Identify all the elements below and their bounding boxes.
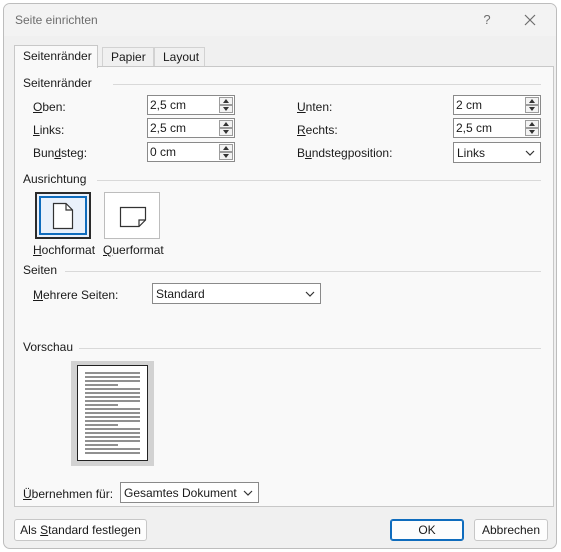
spin-up-button[interactable] [525, 120, 539, 128]
portrait-label: Hochformat [33, 243, 96, 257]
section-divider [97, 180, 541, 181]
chevron-down-icon [305, 291, 315, 297]
left-margin-value: 2,5 cm [150, 121, 187, 135]
apply-to-dropdown[interactable]: Gesamtes Dokument [120, 482, 259, 503]
set-as-default-button[interactable]: Als Standard festlegen [14, 519, 147, 541]
landscape-option[interactable] [104, 192, 160, 239]
gutter-value: 0 cm [150, 145, 177, 159]
bottom-margin-spinner[interactable]: 2 cm [453, 95, 541, 115]
title-bar: Seite einrichten ? [4, 4, 556, 36]
apply-to-value: Gesamtes Dokument [124, 486, 237, 500]
bottom-margin-value: 2 cm [456, 98, 483, 112]
spin-down-button[interactable] [219, 105, 233, 113]
landscape-page-icon [119, 206, 147, 228]
gutter-position-label: Bundstegposition: [297, 146, 393, 160]
section-divider [65, 271, 541, 272]
left-margin-spinner[interactable]: 2,5 cm [147, 118, 235, 138]
gutter-position-value: Links [457, 146, 486, 160]
multiple-pages-dropdown[interactable]: Standard [152, 283, 321, 304]
portrait-page-icon [52, 202, 74, 230]
chevron-down-icon [243, 490, 253, 496]
arrow-down-icon [529, 130, 535, 134]
gutter-label: Bundsteg: [33, 146, 88, 160]
cancel-button[interactable]: Abbrechen [474, 519, 548, 541]
arrow-up-icon [529, 122, 535, 126]
section-divider [79, 348, 541, 349]
multiple-pages-label: Mehrere Seiten: [33, 288, 119, 302]
arrow-down-icon [223, 130, 229, 134]
preview-section-label: Vorschau [23, 340, 74, 354]
spin-down-button[interactable] [525, 105, 539, 113]
top-margin-label: Oben: [33, 100, 66, 114]
spin-up-button[interactable] [219, 120, 233, 128]
apply-to-label: Übernehmen für: [23, 487, 114, 501]
chevron-down-icon [525, 150, 535, 156]
dialog-title: Seite einrichten [15, 13, 98, 27]
tab-layout[interactable]: Layout [154, 47, 205, 67]
spin-up-button[interactable] [219, 144, 233, 152]
tab-paper[interactable]: Papier [102, 47, 154, 67]
help-button[interactable]: ? [476, 10, 498, 30]
right-margin-value: 2,5 cm [456, 121, 493, 135]
arrow-up-icon [223, 122, 229, 126]
portrait-option[interactable] [35, 192, 91, 239]
close-button[interactable] [518, 9, 542, 31]
close-icon [524, 14, 536, 26]
arrow-down-icon [529, 107, 535, 111]
top-margin-spinner[interactable]: 2,5 cm [147, 95, 235, 115]
arrow-down-icon [223, 154, 229, 158]
spin-up-button[interactable] [219, 97, 233, 105]
spin-down-button[interactable] [219, 152, 233, 160]
left-margin-label: Links: [33, 123, 65, 137]
spin-down-button[interactable] [219, 128, 233, 136]
margins-tab-panel: Seitenränder Oben: 2,5 cm Links: 2,5 cm … [14, 66, 554, 507]
right-margin-spinner[interactable]: 2,5 cm [453, 118, 541, 138]
gutter-spinner[interactable]: 0 cm [147, 142, 235, 162]
preview-page [77, 365, 148, 461]
tab-margins[interactable]: Seitenränder [14, 45, 98, 68]
arrow-up-icon [529, 99, 535, 103]
spin-down-button[interactable] [525, 128, 539, 136]
spin-up-button[interactable] [525, 97, 539, 105]
landscape-label: Querformat [103, 243, 164, 257]
top-margin-value: 2,5 cm [150, 98, 187, 112]
bottom-margin-label: Unten: [297, 100, 333, 114]
arrow-down-icon [223, 107, 229, 111]
arrow-up-icon [223, 146, 229, 150]
gutter-position-dropdown[interactable]: Links [453, 142, 541, 163]
right-margin-label: Rechts: [297, 123, 338, 137]
pages-section-label: Seiten [23, 263, 58, 277]
ok-button[interactable]: OK [390, 519, 464, 541]
section-divider [113, 84, 541, 85]
preview-area [71, 361, 154, 466]
margins-section-label: Seitenränder [23, 76, 92, 90]
arrow-up-icon [223, 99, 229, 103]
preview-text-lines [85, 372, 140, 454]
multiple-pages-value: Standard [156, 287, 205, 301]
orientation-section-label: Ausrichtung [23, 172, 87, 186]
page-setup-dialog: Seite einrichten ? Seitenränder Papier L… [3, 3, 557, 549]
